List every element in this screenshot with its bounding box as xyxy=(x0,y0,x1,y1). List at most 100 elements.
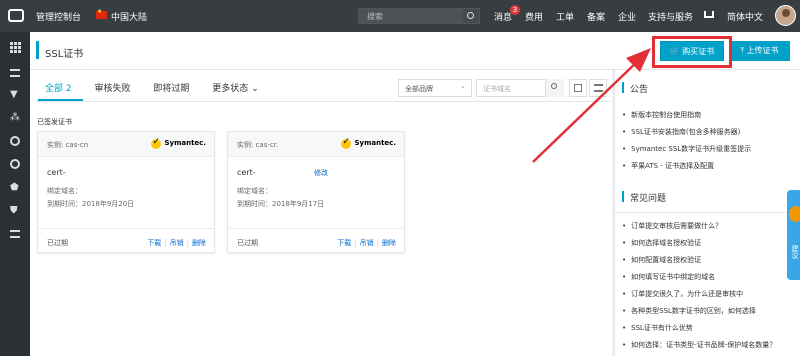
faq-item[interactable]: 各种类型SSL数字证书的区别，如何选择 xyxy=(622,306,756,316)
highlight-box xyxy=(652,36,732,68)
search-icon[interactable] xyxy=(545,79,564,97)
card-cert-name: cert- xyxy=(237,168,256,177)
top-navigation: 管理控制台 中国大陆 搜索 消息 3 费用 工单 备案 企业 支持与服务 简体中… xyxy=(0,0,800,32)
download-link[interactable]: 下载 xyxy=(147,239,161,247)
announcement-item[interactable]: 新版本控制台使用指南 xyxy=(622,110,701,120)
card-expiry-date: 2018年9月20日 xyxy=(82,200,135,208)
feedback-label: 建议 xyxy=(791,245,799,259)
certificate-card[interactable]: 实例: cas-cr. Symantec. cert- 修改 绑定域名： 到期时… xyxy=(227,131,405,253)
card-status: 已过期 xyxy=(47,239,68,247)
settings-icon[interactable] xyxy=(10,159,20,169)
grid-icon xyxy=(574,84,582,92)
symantec-logo: Symantec. xyxy=(341,137,396,151)
chevron-down-icon: ⌄ xyxy=(251,84,259,94)
tabs-divider xyxy=(36,101,610,102)
shield-icon[interactable]: ▼ xyxy=(10,90,20,100)
certificate-card[interactable]: 实例: cas-cn Symantec. cert- 绑定域名： 到期时间：20… xyxy=(37,131,215,253)
faq-title: 常见问题 xyxy=(621,191,666,204)
console-link[interactable]: 管理控制台 xyxy=(36,10,81,23)
list-icon xyxy=(594,84,603,92)
nav-messages[interactable]: 消息 xyxy=(494,10,512,23)
faq-item[interactable]: 订单提交审核后需要做什么？ xyxy=(622,221,722,231)
card-instance: 实例: cas-cr. xyxy=(237,141,279,149)
card-actions: 下载 | 吊销 | 删除 xyxy=(337,239,396,247)
card-expiry-label: 到期时间： xyxy=(47,200,82,208)
search-icon[interactable] xyxy=(463,9,479,23)
search-icon-glyph xyxy=(551,83,557,89)
grid-view-button[interactable] xyxy=(569,79,587,97)
region-selector[interactable]: 中国大陆 xyxy=(111,10,147,23)
feedback-dot-icon xyxy=(789,206,800,222)
nav-support[interactable]: 支持与服务 xyxy=(648,10,693,23)
user-avatar[interactable] xyxy=(775,5,796,26)
aliyun-logo-icon[interactable] xyxy=(8,9,24,22)
card-expiry: 到期时间：2018年9月20日 xyxy=(47,199,134,209)
tab-all[interactable]: 全部 2 xyxy=(45,84,72,94)
list-view-button[interactable] xyxy=(589,79,607,97)
revoke-link[interactable]: 吊销 xyxy=(170,239,184,247)
announcement-item[interactable]: Symantec SSL数字证书升级重签提示 xyxy=(622,144,751,154)
message-count-badge: 3 xyxy=(510,5,520,15)
faq-item[interactable]: 如何选择域名授权验证 xyxy=(622,238,701,248)
announcement-item[interactable]: SSL证书安装指南(包含多种服务器) xyxy=(622,127,740,137)
nav-ticket[interactable]: 工单 xyxy=(556,10,574,23)
card-header: 实例: cas-cn Symantec. xyxy=(38,132,214,157)
card-footer: 已过期 下载 | 吊销 | 删除 xyxy=(228,228,404,253)
card-footer: 已过期 下载 | 吊销 | 删除 xyxy=(38,228,214,253)
nav-billing[interactable]: 费用 xyxy=(525,10,543,23)
delete-link[interactable]: 删除 xyxy=(382,239,396,247)
card-expiry-label: 到期时间： xyxy=(237,200,272,208)
card-expiry-date: 2018年9月17日 xyxy=(272,200,325,208)
section-issued-certificates: 已签发证书 xyxy=(37,118,72,126)
security-icon[interactable]: ⬟ xyxy=(10,183,20,193)
tab-more-label: 更多状态 xyxy=(212,84,249,94)
tab-all-count: 2 xyxy=(65,84,72,94)
network-icon[interactable]: ⁂ xyxy=(10,113,20,123)
card-expiry: 到期时间：2018年9月17日 xyxy=(237,199,324,209)
card-status: 已过期 xyxy=(237,239,258,247)
upload-certificate-button[interactable]: ⤒ 上传证书 xyxy=(729,41,790,61)
list-icon[interactable] xyxy=(10,69,20,77)
status-tabs: 全部 2 审核失败 即将过期 更多状态 ⌄ xyxy=(45,81,259,94)
announcement-item[interactable]: 苹果ATS - 证书选择及配置 xyxy=(622,161,714,171)
domain-placeholder: 证书域名 xyxy=(483,85,511,93)
tab-more-status[interactable]: 更多状态 ⌄ xyxy=(212,84,258,94)
chevron-down-icon: ⌄ xyxy=(460,82,466,90)
search-placeholder: 搜索 xyxy=(367,12,383,21)
faq-item[interactable]: SSL证书有什么优势 xyxy=(622,323,693,333)
symantec-logo: Symantec. xyxy=(151,137,206,151)
tab-expiring[interactable]: 即将过期 xyxy=(153,84,189,94)
brand-filter-select[interactable]: 全部品牌 ⌄ xyxy=(398,79,472,97)
global-search-input[interactable]: 搜索 xyxy=(358,8,480,24)
page-title: SSL证书 xyxy=(45,49,84,60)
feedback-float-tab[interactable]: 建议 xyxy=(787,190,800,280)
ssl-shield-icon[interactable]: ⛊ xyxy=(10,206,20,216)
modify-link[interactable]: 修改 xyxy=(314,168,328,178)
upload-label: 上传证书 xyxy=(746,46,779,55)
tab-review-failed[interactable]: 审核失败 xyxy=(95,84,131,94)
globe-icon[interactable] xyxy=(10,136,20,146)
card-instance: 实例: cas-cn xyxy=(47,141,89,149)
faq-item[interactable]: 如何选择：证书类型-证书品牌-保护域名数量？ xyxy=(622,340,776,350)
card-domain-label: 绑定域名： xyxy=(237,187,272,195)
delete-link[interactable]: 删除 xyxy=(192,239,206,247)
faq-item[interactable]: 订单提交很久了，为什么还是审核中 xyxy=(622,289,743,299)
language-selector[interactable]: 简体中文 xyxy=(727,10,763,23)
sidebar: ▼ ⁂ ⬟ ⛊ xyxy=(0,32,30,356)
nav-enterprise[interactable]: 企业 xyxy=(618,10,636,23)
faq-item[interactable]: 如何填写证书中绑定的域名 xyxy=(622,272,715,282)
card-actions: 下载 | 吊销 | 删除 xyxy=(147,239,206,247)
tab-all-label: 全部 xyxy=(45,84,64,94)
cart-icon[interactable] xyxy=(704,11,714,18)
nav-icp[interactable]: 备案 xyxy=(587,10,605,23)
download-link[interactable]: 下载 xyxy=(337,239,351,247)
revoke-link[interactable]: 吊销 xyxy=(360,239,374,247)
card-domain-label: 绑定域名： xyxy=(47,187,82,195)
china-flag-icon[interactable] xyxy=(96,8,107,19)
apps-grid-icon[interactable] xyxy=(10,42,21,53)
server-icon[interactable] xyxy=(10,230,20,238)
brand-filter-value: 全部品牌 xyxy=(405,85,433,93)
faq-item[interactable]: 如何配置域名授权验证 xyxy=(622,255,701,265)
title-accent-bar xyxy=(36,41,39,59)
card-cert-name: cert- xyxy=(47,168,66,177)
